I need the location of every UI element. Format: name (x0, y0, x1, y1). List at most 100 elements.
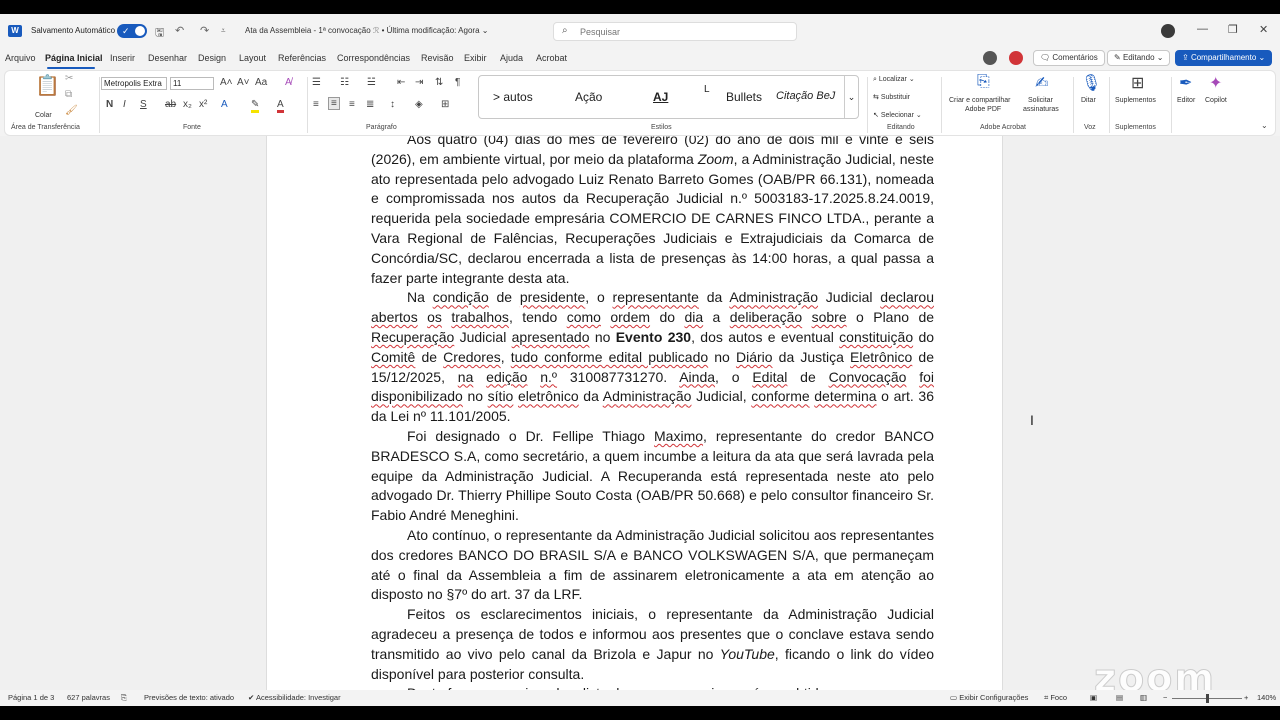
highlight-icon[interactable]: ✎ (251, 99, 260, 113)
zoom-in-icon[interactable]: + (1244, 693, 1248, 702)
style-aj[interactable]: AJ (653, 90, 668, 104)
redo-icon[interactable]: ↷ (200, 24, 209, 37)
font-color-icon[interactable]: A (277, 99, 284, 113)
align-left-icon[interactable]: ≡ (313, 99, 319, 110)
addins-icon[interactable]: ⊞ (1131, 73, 1144, 93)
select-button[interactable]: ↖ Selecionar ⌄ (873, 111, 922, 119)
zoom-slider[interactable] (1172, 694, 1242, 703)
search-input[interactable] (580, 25, 780, 38)
accessibility-button[interactable]: ✔ Acessibilidade: Investigar (248, 693, 341, 702)
cut-icon[interactable]: ✂ (65, 73, 73, 84)
comments-button[interactable]: 🗨 Comentários (1033, 50, 1105, 66)
word-count[interactable]: 627 palavras (67, 693, 110, 702)
focus-button[interactable]: ⌗ Foco (1044, 693, 1067, 703)
clear-formatting-icon[interactable]: A̸ (285, 77, 292, 88)
replace-button[interactable]: ⇆ Substituir (873, 93, 910, 101)
copy-icon[interactable]: ⧉ (65, 89, 72, 100)
subscript-icon[interactable]: x₂ (183, 99, 192, 110)
tab-pagina-inicial[interactable]: Página Inicial (45, 53, 103, 63)
zoom-level[interactable]: 140% (1257, 693, 1276, 702)
tab-correspondencias[interactable]: Correspondências (337, 53, 410, 63)
close-icon[interactable]: ✕ (1259, 23, 1268, 36)
page-indicator[interactable]: Página 1 de 3 (8, 693, 54, 702)
user-presence-icon[interactable] (1009, 51, 1023, 65)
document-title-button[interactable]: Ata da Assembleia - 1ª convocação ℛ • Úl… (245, 26, 488, 35)
decrease-indent-icon[interactable]: ⇤ (397, 77, 405, 88)
text-effects-icon[interactable]: A (221, 99, 228, 110)
minimize-icon[interactable]: — (1197, 23, 1208, 35)
font-size-select[interactable]: 11 (170, 77, 214, 90)
document-page[interactable]: Aos quatro (04) dias do mês de fevereiro… (266, 136, 1003, 690)
web-layout-icon[interactable]: ▥ (1140, 693, 1147, 702)
superscript-icon[interactable]: x² (199, 99, 207, 110)
save-icon[interactable]: 🖫 (155, 24, 164, 43)
tab-exibir[interactable]: Exibir (464, 53, 487, 63)
format-painter-icon[interactable]: 🖌 (65, 105, 78, 116)
grow-font-icon[interactable]: A˄ (220, 77, 233, 88)
paste-label[interactable]: Colar (35, 112, 52, 119)
italic-icon[interactable]: I (123, 99, 126, 110)
zoom-out-icon[interactable]: − (1163, 693, 1167, 702)
numbering-icon[interactable]: ☷ (340, 77, 349, 88)
tab-desenhar[interactable]: Desenhar (148, 53, 187, 63)
align-right-icon[interactable]: ≡ (349, 99, 355, 110)
find-button[interactable]: ⌕ Localizar ⌄ (873, 75, 915, 84)
tab-referencias[interactable]: Referências (278, 53, 326, 63)
style-acao[interactable]: Ação (575, 90, 602, 104)
line-spacing-icon[interactable]: ↕ (390, 99, 395, 110)
style-l[interactable]: L (704, 84, 710, 95)
show-marks-icon[interactable]: ¶ (455, 77, 460, 88)
style-autos[interactable]: > autos (493, 90, 533, 104)
read-mode-icon[interactable]: ▣ (1090, 693, 1097, 702)
restore-icon[interactable]: ❐ (1228, 23, 1238, 36)
text-predictions[interactable]: Previsões de texto: ativado (144, 693, 234, 702)
print-layout-icon[interactable]: ▤ (1116, 693, 1123, 702)
bold-icon[interactable]: N (106, 99, 113, 110)
sort-icon[interactable]: ⇅ (435, 77, 443, 88)
document-body[interactable]: Aos quatro (04) dias do mês de fevereiro… (371, 136, 934, 690)
align-center-icon[interactable]: ≡ (328, 97, 340, 110)
strikethrough-icon[interactable]: ab (165, 99, 176, 110)
paste-icon[interactable]: 📋 (35, 73, 60, 98)
tab-design[interactable]: Design (198, 53, 226, 63)
adobe-pdf-label[interactable]: Adobe PDF (965, 106, 1001, 113)
editor-label[interactable]: Editor (1177, 97, 1195, 104)
display-settings-button[interactable]: ▭ Exibir Configurações (950, 693, 1028, 702)
request-signatures-icon[interactable]: ✍ (1035, 73, 1048, 93)
avatar[interactable] (1161, 24, 1175, 38)
copilot-icon[interactable]: ✦ (1209, 73, 1222, 93)
styles-expand-icon[interactable]: ⌄ (844, 76, 858, 118)
editor-icon[interactable]: ✒ (1179, 73, 1192, 93)
shading-icon[interactable]: ◈ (415, 99, 423, 110)
tab-inserir[interactable]: Inserir (110, 53, 135, 63)
font-family-select[interactable]: Metropolis Extra (101, 77, 167, 90)
editing-mode-button[interactable]: ✎ Editando ⌄ (1107, 50, 1171, 66)
underline-icon[interactable]: S (140, 99, 147, 110)
proofing-icon[interactable]: ⎘ (121, 693, 127, 703)
borders-icon[interactable]: ⊞ (441, 99, 449, 110)
style-citacao[interactable]: Citação BeJ (776, 90, 835, 102)
request-label[interactable]: Solicitar (1028, 97, 1053, 104)
justify-icon[interactable]: ≣ (366, 99, 374, 110)
shrink-font-icon[interactable]: A˅ (237, 77, 250, 88)
undo-icon[interactable]: ↶ (175, 24, 184, 37)
tab-revisao[interactable]: Revisão (421, 53, 454, 63)
dictate-label[interactable]: Ditar (1081, 97, 1096, 104)
signatures-label[interactable]: assinaturas (1023, 106, 1059, 113)
search-box[interactable]: ⌕ (553, 22, 797, 41)
customize-qat-icon[interactable]: ⩡ (221, 26, 226, 36)
record-icon[interactable] (983, 51, 997, 65)
create-share-label[interactable]: Criar e compartilhar (949, 97, 1010, 104)
style-bullets[interactable]: Bullets (726, 90, 762, 104)
create-pdf-icon[interactable]: ⎘ (977, 73, 990, 91)
bullets-icon[interactable]: ☰ (312, 77, 321, 88)
change-case-icon[interactable]: Aa (255, 77, 267, 88)
copilot-label[interactable]: Copilot (1205, 97, 1227, 104)
tab-ajuda[interactable]: Ajuda (500, 53, 523, 63)
increase-indent-icon[interactable]: ⇥ (415, 77, 423, 88)
share-button[interactable]: ⇪ Compartilhamento ⌄ (1175, 50, 1273, 66)
tab-layout[interactable]: Layout (239, 53, 266, 63)
autosave-toggle[interactable]: ✓ (117, 24, 147, 38)
microphone-icon[interactable]: 🎙 (1081, 73, 1101, 93)
tab-arquivo[interactable]: Arquivo (5, 53, 36, 63)
